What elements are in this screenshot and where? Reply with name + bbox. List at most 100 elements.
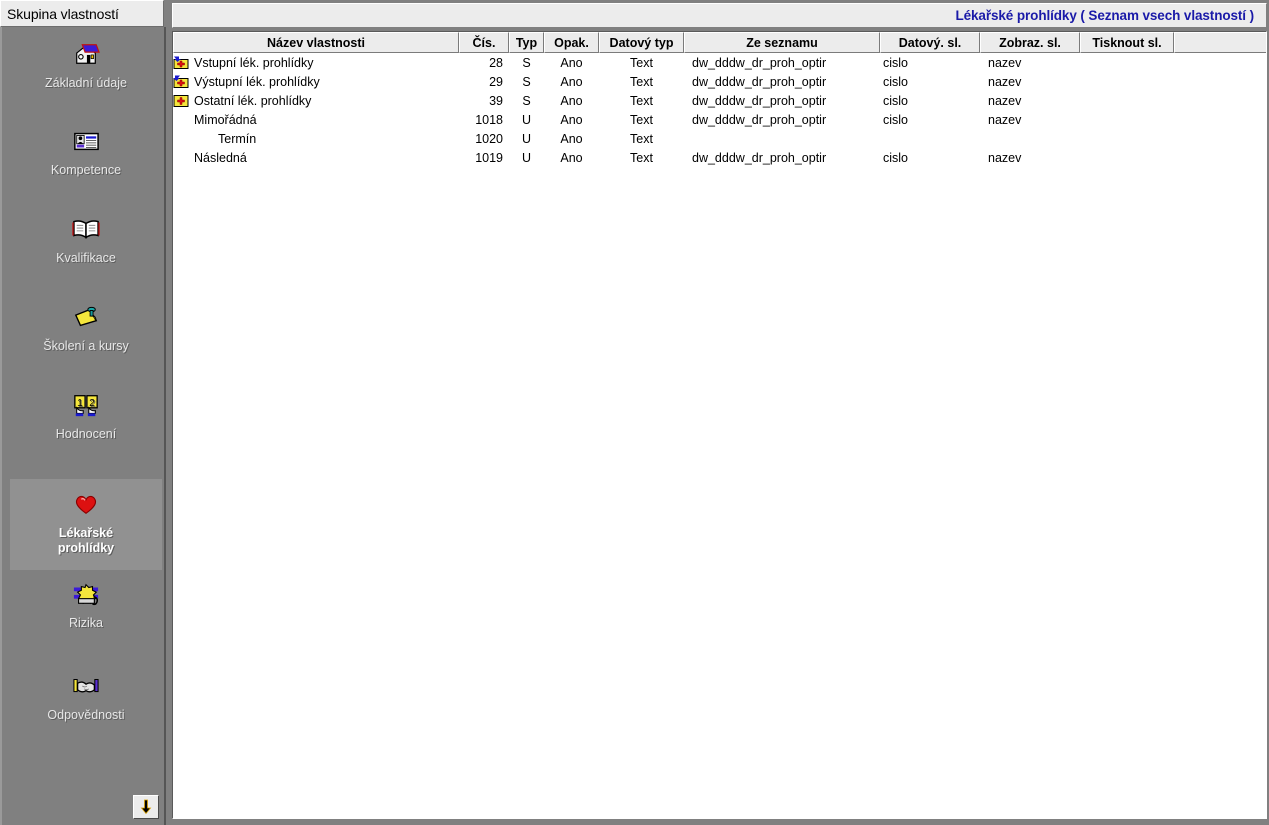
property-name: Výstupní lék. prohlídky: [194, 74, 320, 89]
cell-typ: S: [522, 74, 531, 89]
sidebar-item-label: Kompetence: [50, 163, 122, 177]
property-name: Následná: [194, 150, 247, 165]
cell-tsl: [1080, 110, 1174, 129]
sidebar-item-1[interactable]: Základní údaje: [10, 35, 162, 105]
cell-dtyp: Text: [630, 112, 653, 127]
cell-seznam: dw_dddw_dr_proh_optir: [692, 112, 827, 127]
cell-tsl: [1080, 53, 1174, 72]
id-card-icon: [74, 132, 99, 151]
arrow-down-icon: [140, 799, 152, 815]
property-name: Ostatní lék. prohlídky: [194, 93, 312, 108]
page-title: Lékařské prohlídky ( Seznam vsech vlastn…: [955, 8, 1254, 23]
gear-wrench-icon: [64, 575, 108, 613]
heart-icon: [75, 495, 97, 514]
cell-dtyp: Text: [630, 74, 653, 89]
cell-tsl: [1080, 129, 1174, 148]
table-row[interactable]: Ostatní lék. prohlídky 39 S Ano Text dw_dddw_…: [173, 91, 1266, 110]
cell-zsl: nazev: [988, 55, 1022, 70]
id-card-icon: [64, 122, 108, 160]
sidebar-group-tab[interactable]: Skupina vlastností: [0, 0, 164, 27]
svg-text:2: 2: [89, 398, 95, 409]
column-header-num[interactable]: Čís.: [459, 32, 509, 53]
table-row[interactable]: Následná 1019 U Ano Text dw_dddw_dr_proh_opti…: [173, 148, 1266, 167]
sidebar-item-3[interactable]: Kvalifikace: [10, 210, 162, 280]
cell-typ: S: [522, 93, 531, 108]
column-header-dtyp[interactable]: Datový typ: [599, 32, 684, 53]
cell-typ: U: [521, 150, 532, 165]
column-header-typ[interactable]: Typ: [509, 32, 544, 53]
column-header-dsl[interactable]: Datový. sl.: [880, 32, 980, 53]
cell-num: 29: [489, 74, 503, 89]
sidebar-item-label: Rizika: [68, 616, 104, 630]
cell-tsl: [1080, 72, 1174, 91]
table-row[interactable]: Termín 1020 U Ano Text: [173, 129, 1266, 148]
sidebar-item-7[interactable]: Rizika: [10, 575, 162, 645]
handshake-icon: [73, 678, 99, 693]
cell-name: Termín: [173, 129, 459, 148]
cell-dtyp: Text: [630, 55, 653, 70]
properties-grid[interactable]: Název vlastnosti Čís. Typ Opak. Datový typ Ze…: [172, 31, 1267, 819]
sidebar-item-label: Základní údaje: [44, 76, 127, 90]
sidebar-item-4[interactable]: Školení a kursy: [10, 298, 162, 368]
cell-typ: U: [521, 112, 532, 127]
sidebar-item-label: Hodnocení: [55, 427, 117, 441]
cell-name: Výstupní lék. prohlídky: [173, 72, 459, 91]
cell-num: 1018: [475, 112, 503, 127]
svg-text:1: 1: [77, 398, 83, 409]
medical-in-icon: [173, 56, 189, 69]
application-window: Skupina vlastností Základní údaje Kompete…: [0, 0, 1269, 825]
rating-cards-icon: 12: [74, 395, 98, 417]
sidebar-scroll-down-button[interactable]: [133, 795, 159, 819]
cell-name: Následná: [173, 148, 459, 167]
table-row[interactable]: Mimořádná 1018 U Ano Text dw_dddw_dr_proh_opt…: [173, 110, 1266, 129]
cell-dsl: cislo: [883, 150, 909, 165]
medical-out-icon: [173, 75, 189, 88]
note-pin-icon: [74, 306, 98, 327]
cell-dsl: cislo: [883, 55, 909, 70]
sidebar-group-tab-label: Skupina vlastností: [7, 5, 119, 22]
cell-dtyp: Text: [630, 150, 653, 165]
sidebar-item-6[interactable]: Lékařské prohlídky: [10, 479, 162, 570]
medical-out-icon: [173, 75, 190, 89]
cell-zsl: nazev: [988, 93, 1022, 108]
cell-seznam: dw_dddw_dr_proh_optir: [692, 93, 827, 108]
note-pin-icon: [64, 298, 108, 336]
cell-typ: S: [522, 55, 531, 70]
sidebar-item-5[interactable]: 1 2 Hodnocení: [10, 386, 162, 456]
heart-icon: [64, 485, 108, 523]
cell-opak: Ano: [560, 55, 583, 70]
sidebar-item-2[interactable]: Kompetence: [10, 122, 162, 192]
column-header-opak[interactable]: Opak.: [544, 32, 599, 53]
sidebar-item-list: Základní údaje Kompetence Kvalifikace Škole…: [0, 27, 166, 825]
cell-dsl: cislo: [883, 93, 909, 108]
handshake-icon: [64, 667, 108, 705]
grid-header-row: Název vlastnosti Čís. Typ Opak. Datový typ Ze…: [173, 32, 1266, 53]
column-header-filler[interactable]: [1174, 32, 1266, 53]
content-title-bar: Lékařské prohlídky ( Seznam vsech vlastn…: [172, 3, 1267, 28]
cell-tsl: [1080, 91, 1174, 110]
cell-seznam: dw_dddw_dr_proh_optir: [692, 74, 827, 89]
table-row[interactable]: Výstupní lék. prohlídky 29 S Ano Text dw_dddw…: [173, 72, 1266, 91]
table-row[interactable]: Vstupní lék. prohlídky 28 S Ano Text dw_dddw_…: [173, 53, 1266, 72]
column-header-name[interactable]: Název vlastnosti: [173, 32, 459, 53]
column-header-zsl[interactable]: Zobraz. sl.: [980, 32, 1080, 53]
cell-name: Ostatní lék. prohlídky: [173, 91, 459, 110]
cell-name: Mimořádná: [173, 110, 459, 129]
open-book-icon: [72, 220, 100, 239]
cell-num: 1020: [475, 131, 503, 146]
cell-opak: Ano: [560, 150, 583, 165]
cell-dtyp: Text: [630, 131, 653, 146]
sidebar-item-8[interactable]: Odpovědnosti: [10, 667, 162, 737]
medical-icon: [173, 94, 189, 107]
cell-opak: Ano: [560, 93, 583, 108]
column-header-tsl[interactable]: Tisknout sl.: [1080, 32, 1174, 53]
property-name: Termín: [218, 131, 257, 146]
property-name: Vstupní lék. prohlídky: [194, 55, 314, 70]
medical-in-icon: [173, 56, 190, 70]
cell-opak: Ano: [560, 131, 583, 146]
sidebar-item-label: Školení a kursy: [43, 339, 129, 353]
column-header-seznam[interactable]: Ze seznamu: [684, 32, 880, 53]
cell-num: 28: [489, 55, 503, 70]
cell-opak: Ano: [560, 112, 583, 127]
cell-typ: U: [521, 131, 532, 146]
